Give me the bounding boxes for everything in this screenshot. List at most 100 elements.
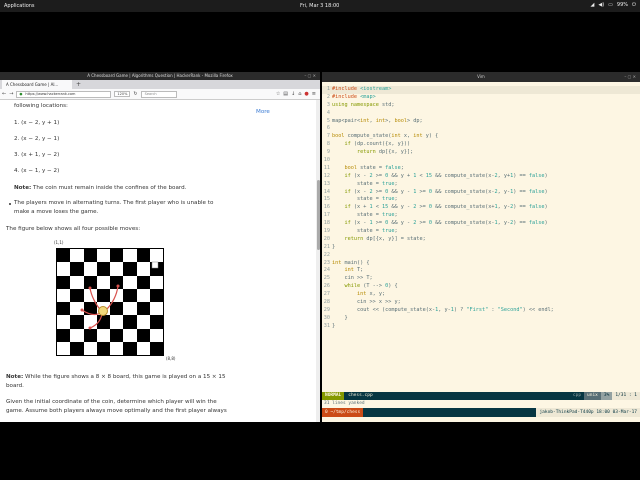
code-line: 12 if (x - 2 >= 0 && y + 1 < 15 && compu… <box>322 173 640 181</box>
scrollbar-thumb[interactable] <box>316 180 320 250</box>
volume-icon[interactable]: ◀) <box>598 2 604 8</box>
corner-bottom-right-label: (8,8) <box>166 356 176 361</box>
line-number: 1 <box>326 86 330 92</box>
reader-icon[interactable]: ▤ <box>283 91 288 97</box>
move-1: 1. (x − 2, y + 1) <box>14 120 60 126</box>
navigation-bar: ← → ● https://www.hackerrank.com 120% ↻ … <box>0 89 320 100</box>
battery-icon[interactable]: ▭ <box>608 2 613 8</box>
line-number: 29 <box>323 306 330 313</box>
code-line: 17 state = true; <box>322 212 640 220</box>
vim-mode: NORMAL <box>322 392 345 400</box>
line-number: 30 <box>323 314 330 321</box>
system-tray: ◢ ◀) ▭ 99% ⏻ <box>591 2 636 8</box>
menu-icon[interactable]: ≡ <box>312 91 316 97</box>
adblock-icon[interactable]: ● <box>304 91 308 97</box>
line-source: map<pair<int, int>, bool> dp; <box>332 117 423 124</box>
line-source: if (x - 1 >= 0 && y - 2 >= 0 && compute_… <box>344 220 548 227</box>
line-number: 26 <box>323 283 330 290</box>
line-source: cin >> T; <box>332 275 373 282</box>
home-icon[interactable]: ⌂ <box>298 91 301 97</box>
tmux-window[interactable]: 0 ~/tmp/chess <box>322 408 364 417</box>
line-source: if (x - 2 >= 0 && y - 1 >= 0 && compute_… <box>344 188 548 195</box>
code-line: 25 cin >> T; <box>322 275 640 283</box>
vim-cmdline[interactable]: 31 lines yanked <box>322 400 640 408</box>
file-type: cpp <box>572 393 582 398</box>
file-format: unix <box>584 392 601 400</box>
line-number: 12 <box>323 172 330 179</box>
search-input[interactable]: Search <box>140 90 177 98</box>
code-line: 23 int main() { <box>322 260 640 268</box>
line-number: 27 <box>323 291 330 298</box>
line-number: 14 <box>323 188 330 195</box>
bookmark-star-icon[interactable]: ☆ <box>276 91 280 97</box>
firefox-window: A Chessboard Game | Algorithms Question … <box>0 72 320 422</box>
code-line: 9 return dp[{x, y}]; <box>322 149 640 157</box>
network-icon[interactable]: ◢ <box>591 2 595 8</box>
line-number: 21 <box>323 243 330 250</box>
line-source: state = true; <box>332 212 398 219</box>
code-line: 24 int T; <box>322 267 640 275</box>
url-bar[interactable]: ● https://www.hackerrank.com <box>16 90 112 98</box>
bullet-dot <box>9 203 11 205</box>
given-text-2: game. Assume both players always move op… <box>6 408 227 414</box>
line-source: int main() { <box>332 259 370 266</box>
line-source: #include <map> <box>332 93 376 100</box>
rule-turns-cont: make a move loses the game. <box>14 209 99 215</box>
code-editor[interactable]: 1 #include <iostream> 2 #include <map> 3 usin… <box>322 86 640 331</box>
new-tab-button[interactable]: + <box>76 81 81 88</box>
code-line: 6 <box>322 125 640 133</box>
browser-tab[interactable]: A Chessboard Game | Al... <box>2 80 72 89</box>
code-line: 14 if (x - 2 >= 0 && y - 1 >= 0 && compu… <box>322 189 640 197</box>
back-icon[interactable]: ← <box>2 91 6 97</box>
line-number: 7 <box>326 133 330 140</box>
note-text: While the figure shows a 8 × 8 board, th… <box>23 374 226 380</box>
note-label: Note: <box>6 374 24 380</box>
reload-icon[interactable]: ↻ <box>133 91 137 97</box>
line-source: if (x - 2 >= 0 && y + 1 < 15 && compute_… <box>344 172 548 179</box>
line-source: } <box>332 314 348 321</box>
code-line: 11 bool state = false; <box>322 165 640 173</box>
code-line: 22 <box>322 252 640 260</box>
line-number: 18 <box>323 220 330 227</box>
move-arrows <box>80 261 159 330</box>
line-source: return dp[{x, y}] = state; <box>344 235 426 242</box>
more-link[interactable]: More <box>256 109 270 115</box>
line-number: 11 <box>323 164 330 171</box>
code-line: 20 return dp[{x, y}] = state; <box>322 236 640 244</box>
note-board-size: Note: While the figure shows a 8 × 8 boa… <box>6 374 226 380</box>
window-controls[interactable]: – ▢ ✕ <box>304 72 316 80</box>
line-source: bool compute_state(int x, int y) { <box>332 133 439 140</box>
firefox-window-title: A Chessboard Game | Algorithms Question … <box>87 73 233 78</box>
code-line: 4 <box>322 110 640 118</box>
code-line: 10 <box>322 157 640 165</box>
move-4: 4. (x − 1, y − 2) <box>14 168 60 174</box>
download-icon[interactable]: ↓ <box>291 91 295 97</box>
line-number: 15 <box>323 196 330 203</box>
note-label: Note: <box>14 185 32 191</box>
line-number: 6 <box>326 125 330 132</box>
line-number: 8 <box>326 141 330 148</box>
corner-top-left-label: (1,1) <box>54 240 64 245</box>
line-source: state = true; <box>332 180 398 187</box>
move-3: 3. (x + 1, y − 2) <box>14 152 60 158</box>
line-number: 19 <box>323 228 330 235</box>
line-number: 5 <box>326 117 330 124</box>
terminal-titlebar[interactable]: Vim – ▢ ✕ <box>322 72 640 82</box>
code-line: 16 if (x + 1 < 15 && y - 2 >= 0 && compu… <box>322 204 640 212</box>
applications-menu[interactable]: Applications <box>4 3 35 9</box>
clock[interactable]: Fri, Mar 3 18:00 <box>300 3 339 9</box>
line-source: cin >> x >> y; <box>332 299 401 306</box>
line-source: int x, y; <box>357 291 386 298</box>
power-icon[interactable]: ⏻ <box>632 2 636 8</box>
code-line: 28 cin >> x >> y; <box>322 299 640 307</box>
line-source: return dp[{x, y}]; <box>357 149 414 156</box>
code-line: 30 } <box>322 315 640 323</box>
line-source: int T; <box>344 267 364 274</box>
forward-icon[interactable]: → <box>9 91 13 97</box>
zoom-level[interactable]: 120% <box>114 91 131 97</box>
window-controls[interactable]: – ▢ ✕ <box>624 72 636 82</box>
line-source: if (x + 1 < 15 && y - 2 >= 0 && compute_… <box>344 204 548 211</box>
code-line: 1 #include <iostream> <box>322 86 640 94</box>
firefox-titlebar[interactable]: A Chessboard Game | Algorithms Question … <box>0 72 320 80</box>
page-scrollbar[interactable] <box>316 100 320 422</box>
